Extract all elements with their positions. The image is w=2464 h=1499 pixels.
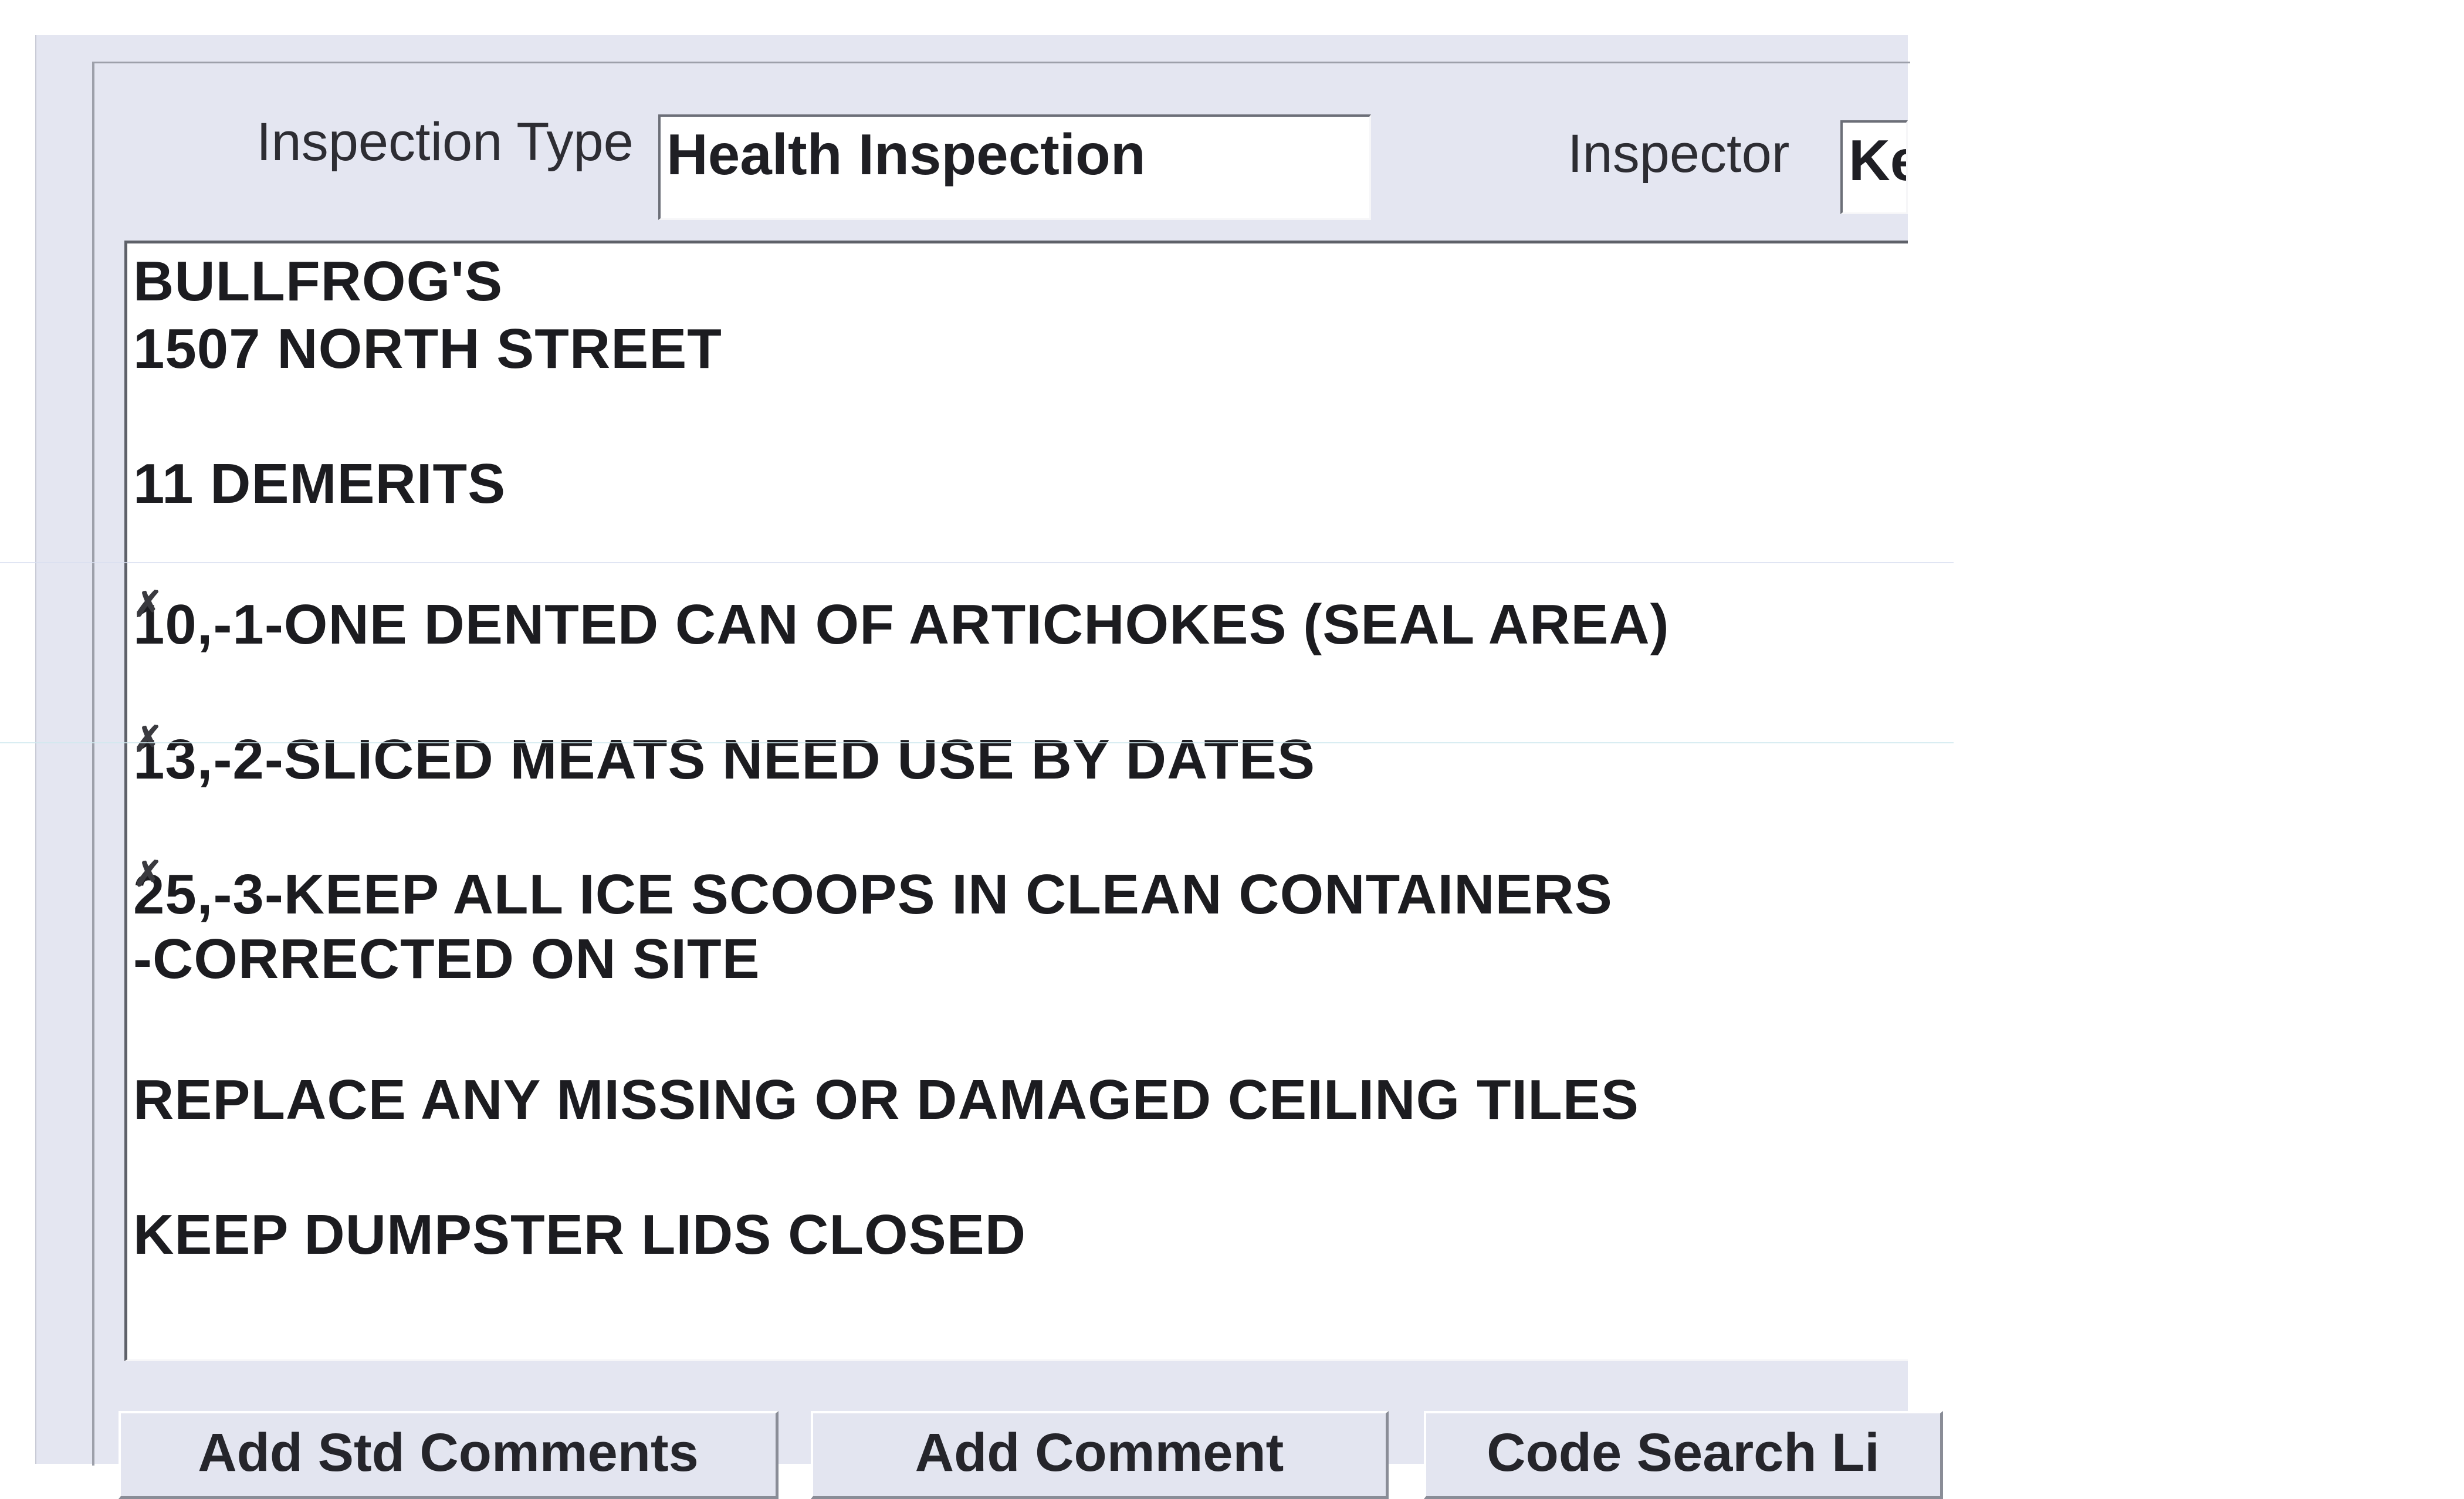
comment-line: REPLACE ANY MISSING OR DAMAGED CEILING T… xyxy=(133,1068,1639,1131)
comment-line: 11 DEMERITS xyxy=(133,452,506,515)
comment-line: 10,-1-ONE DENTED CAN OF ARTICHOKES (SEAL… xyxy=(133,593,1670,656)
inspector-label: Inspector xyxy=(1568,124,1790,184)
inspection-type-field[interactable]: Health Inspection xyxy=(658,114,1371,220)
handwritten-check-mark: ✗ xyxy=(133,719,163,759)
comment-line: 25,-3-KEEP ALL ICE SCOOPS IN CLEAN CONTA… xyxy=(133,863,1613,926)
scan-artifact-line xyxy=(0,562,1954,563)
scan-artifact-line xyxy=(0,742,1954,743)
comment-line: 13,-2-SLICED MEATS NEED USE BY DATES xyxy=(133,728,1316,791)
comments-textarea[interactable]: BULLFROG'S 1507 NORTH STREET 11 DEMERITS… xyxy=(124,241,1908,1361)
handwritten-check-mark: ✗ xyxy=(133,854,163,894)
comment-line: 1507 NORTH STREET xyxy=(133,317,722,380)
inspection-window: Inspection Type Health Inspection Inspec… xyxy=(35,35,1943,1499)
comment-line: -CORRECTED ON SITE xyxy=(133,928,760,990)
add-std-comments-button[interactable]: Add Std Comments xyxy=(119,1411,779,1499)
inspector-field[interactable]: Ke xyxy=(1840,120,1908,214)
comment-line: KEEP DUMPSTER LIDS CLOSED xyxy=(133,1203,1027,1266)
inspection-type-label: Inspection Type xyxy=(256,112,634,172)
add-comment-button[interactable]: Add Comment xyxy=(811,1411,1389,1499)
handwritten-check-mark: ✗ xyxy=(133,584,163,624)
comment-line: BULLFROG'S xyxy=(133,250,503,313)
code-search-button[interactable]: Code Search Li xyxy=(1424,1411,1943,1499)
